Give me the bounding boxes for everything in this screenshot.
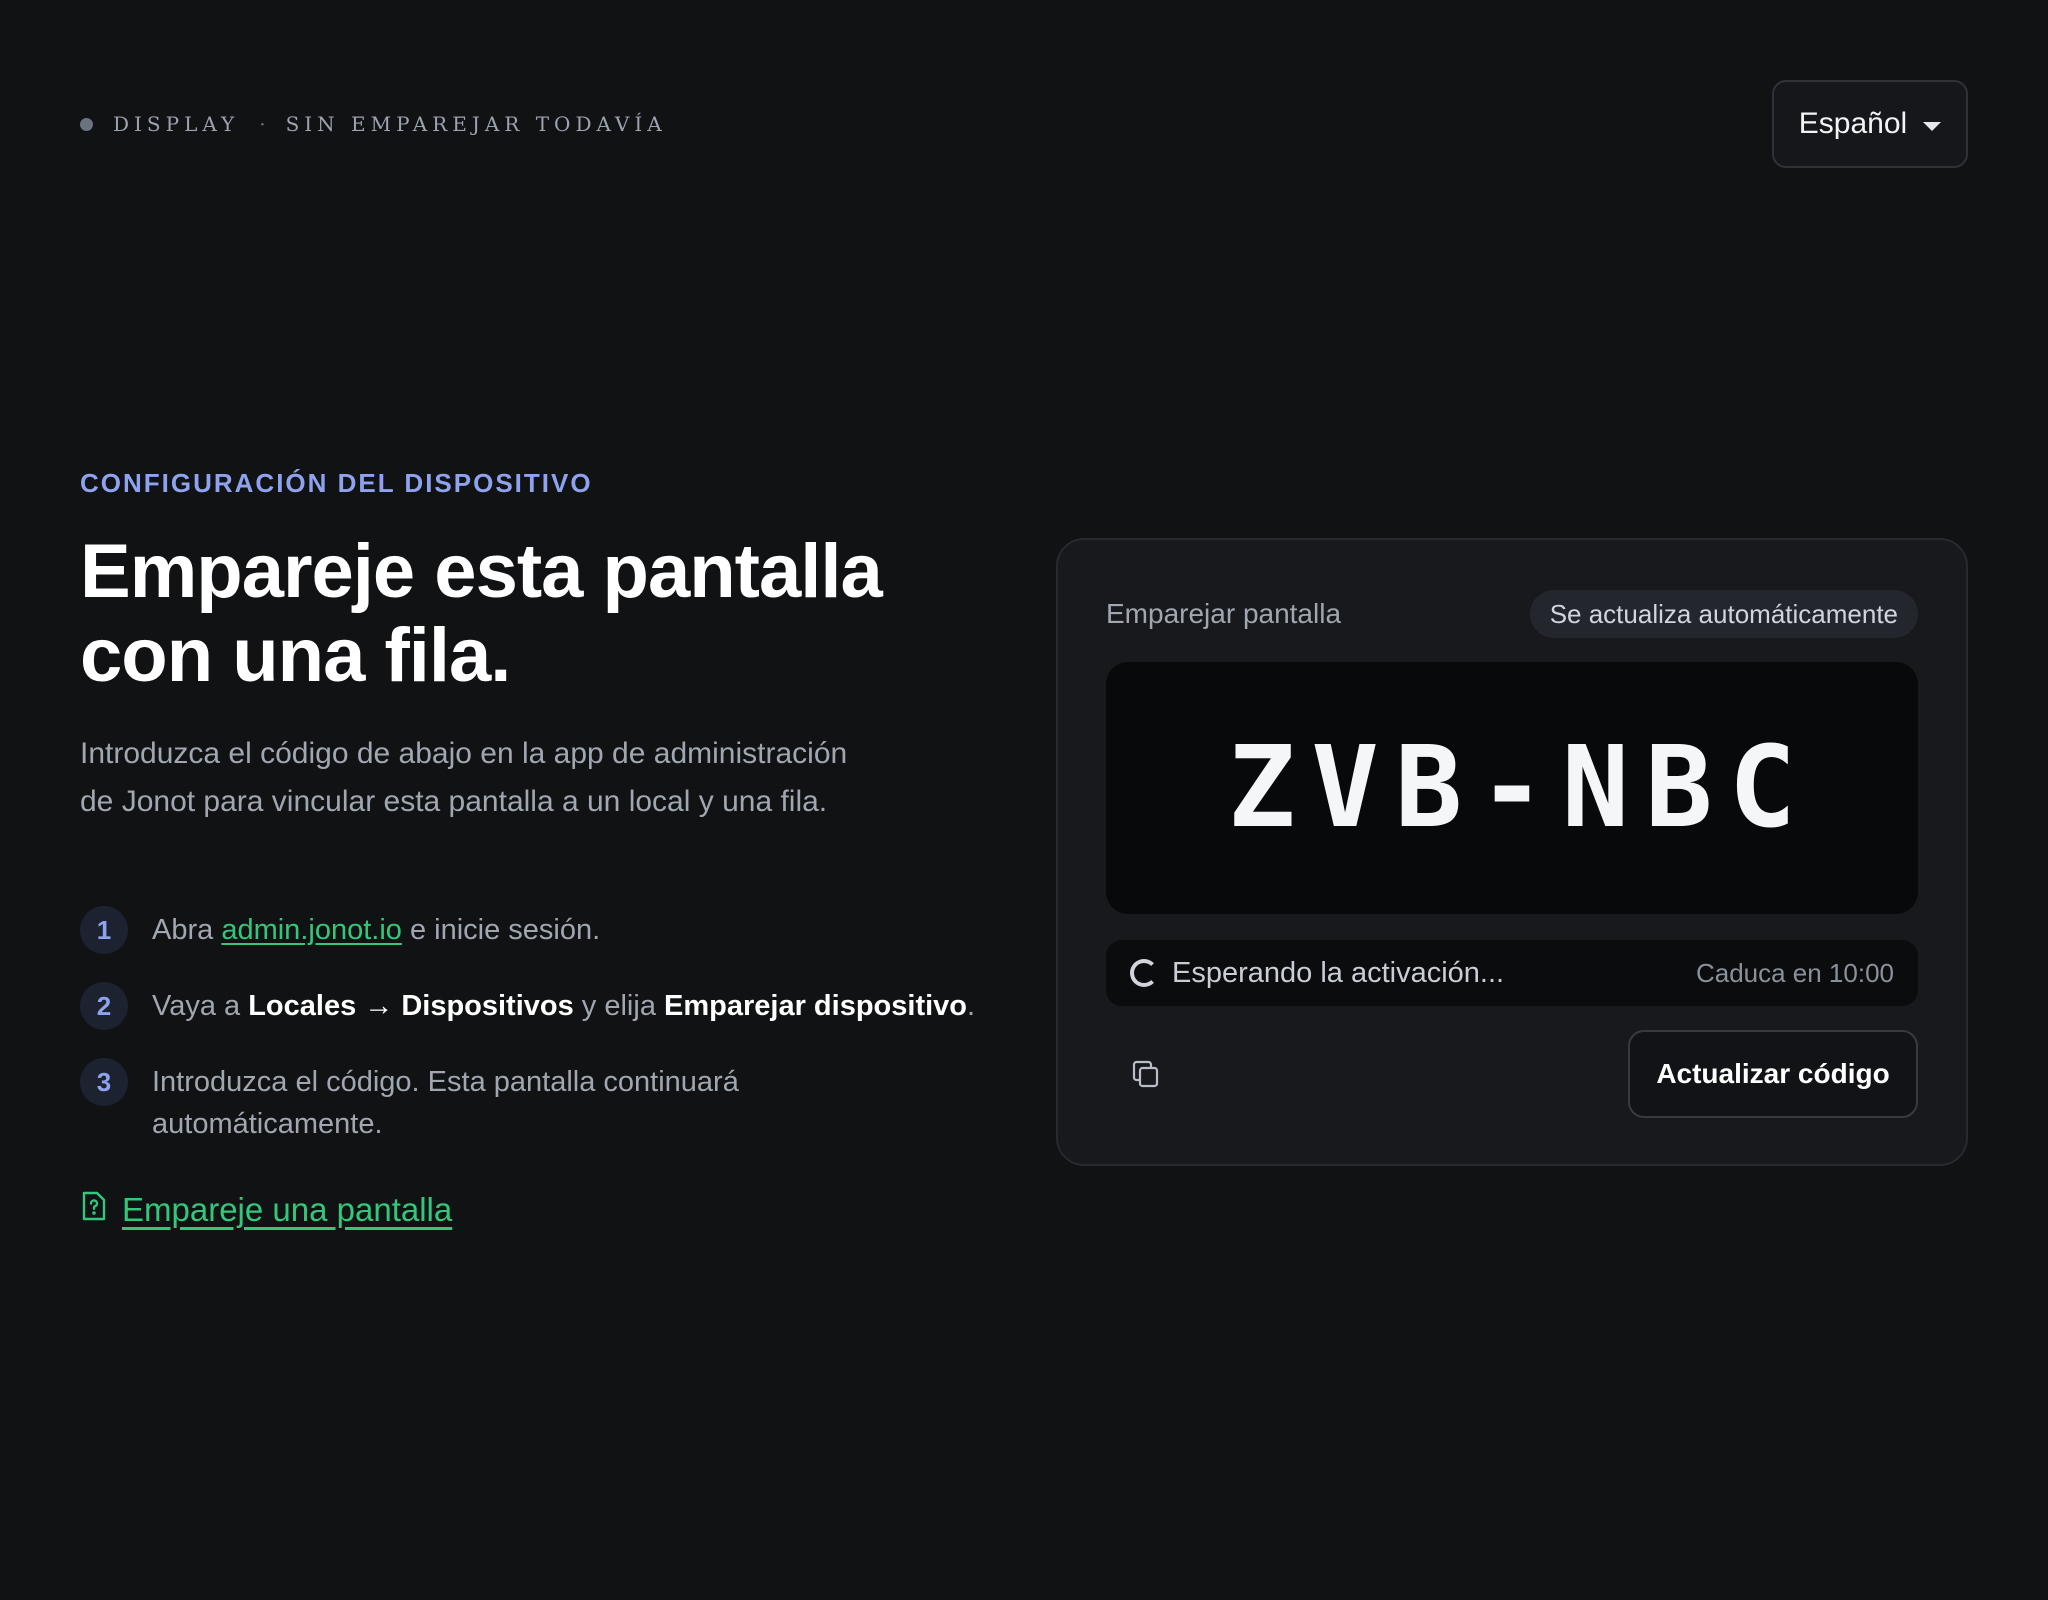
admin-link[interactable]: admin.jonot.io (221, 914, 402, 946)
pair-help-link[interactable]: Empareje una pantalla (80, 1190, 452, 1230)
step-item: 1 Abra admin.jonot.io e inicie sesión. (80, 906, 980, 954)
step-number: 1 (80, 906, 128, 954)
page-title-line1: Empareje esta pantalla (80, 529, 883, 614)
intro-text: Introduzca el código de abajo en la app … (80, 737, 848, 818)
copy-icon (1130, 1058, 1162, 1095)
pairing-code: ZVB-NBC (1227, 723, 1812, 853)
step-item: 2 Vaya a Locales → Dispositivos y elija … (80, 982, 980, 1030)
copy-code-button[interactable] (1122, 1052, 1170, 1100)
status-dot-icon (80, 117, 93, 131)
auto-refresh-badge: Se actualiza automáticamente (1529, 590, 1918, 638)
step-number: 2 (80, 982, 128, 1030)
pairing-status-text: SIN EMPAREJAR TODAVÍA (285, 112, 667, 136)
caret-down-icon (1923, 121, 1942, 131)
step-text-prefix: Abra (152, 914, 222, 946)
device-label: DISPLAY (113, 112, 240, 136)
activation-status-bar: Esperando la activación... Caduca en 10:… (1106, 940, 1918, 1006)
page-title: Empareje esta pantalla con una fila. (80, 530, 980, 698)
expiry-text: Caduca en 10:00 (1695, 957, 1894, 988)
step-action-name: Emparejar dispositivo (664, 990, 968, 1022)
status-separator: · (259, 112, 266, 136)
help-link-text: Empareje una pantalla (122, 1191, 453, 1228)
section-eyebrow: CONFIGURACIÓN DEL DISPOSITIVO (80, 468, 593, 498)
language-select[interactable]: Español (1772, 80, 1968, 168)
step-text: Abra admin.jonot.io e inicie sesión. (152, 906, 600, 951)
pairing-page: DISPLAY · SIN EMPAREJAR TODAVÍA Español … (0, 0, 2048, 1600)
pairing-card: Emparejar pantalla Se actualiza automáti… (1056, 538, 1968, 1166)
step-text: Introduzca el código. Esta pantalla cont… (152, 1066, 739, 1140)
device-status: DISPLAY · SIN EMPAREJAR TODAVÍA (80, 110, 667, 138)
step-text-suffix: e inicie sesión. (401, 914, 601, 946)
language-value: Español (1798, 107, 1908, 140)
step-text: Vaya a Locales → Dispositivos y elija Em… (152, 982, 975, 1027)
page-title-line2: con una fila. (80, 613, 511, 698)
spinner-icon (1130, 959, 1158, 987)
step-nav-path: Locales → Dispositivos (248, 990, 574, 1022)
step-text-prefix: Vaya a (152, 990, 249, 1022)
refresh-code-button[interactable]: Actualizar código (1628, 1030, 1918, 1118)
pairing-code-box: ZVB-NBC (1106, 662, 1918, 914)
step-text-middle: y elija (573, 990, 665, 1022)
step-item: 3 Introduzca el código. Esta pantalla co… (80, 1058, 980, 1145)
steps-list: 1 Abra admin.jonot.io e inicie sesión. 2… (80, 906, 980, 1173)
help-document-icon (80, 1190, 108, 1230)
waiting-text: Esperando la activación... (1172, 956, 1505, 989)
step-number: 3 (80, 1058, 128, 1106)
step-text-suffix: . (967, 990, 976, 1022)
card-title: Emparejar pantalla (1106, 598, 1342, 629)
